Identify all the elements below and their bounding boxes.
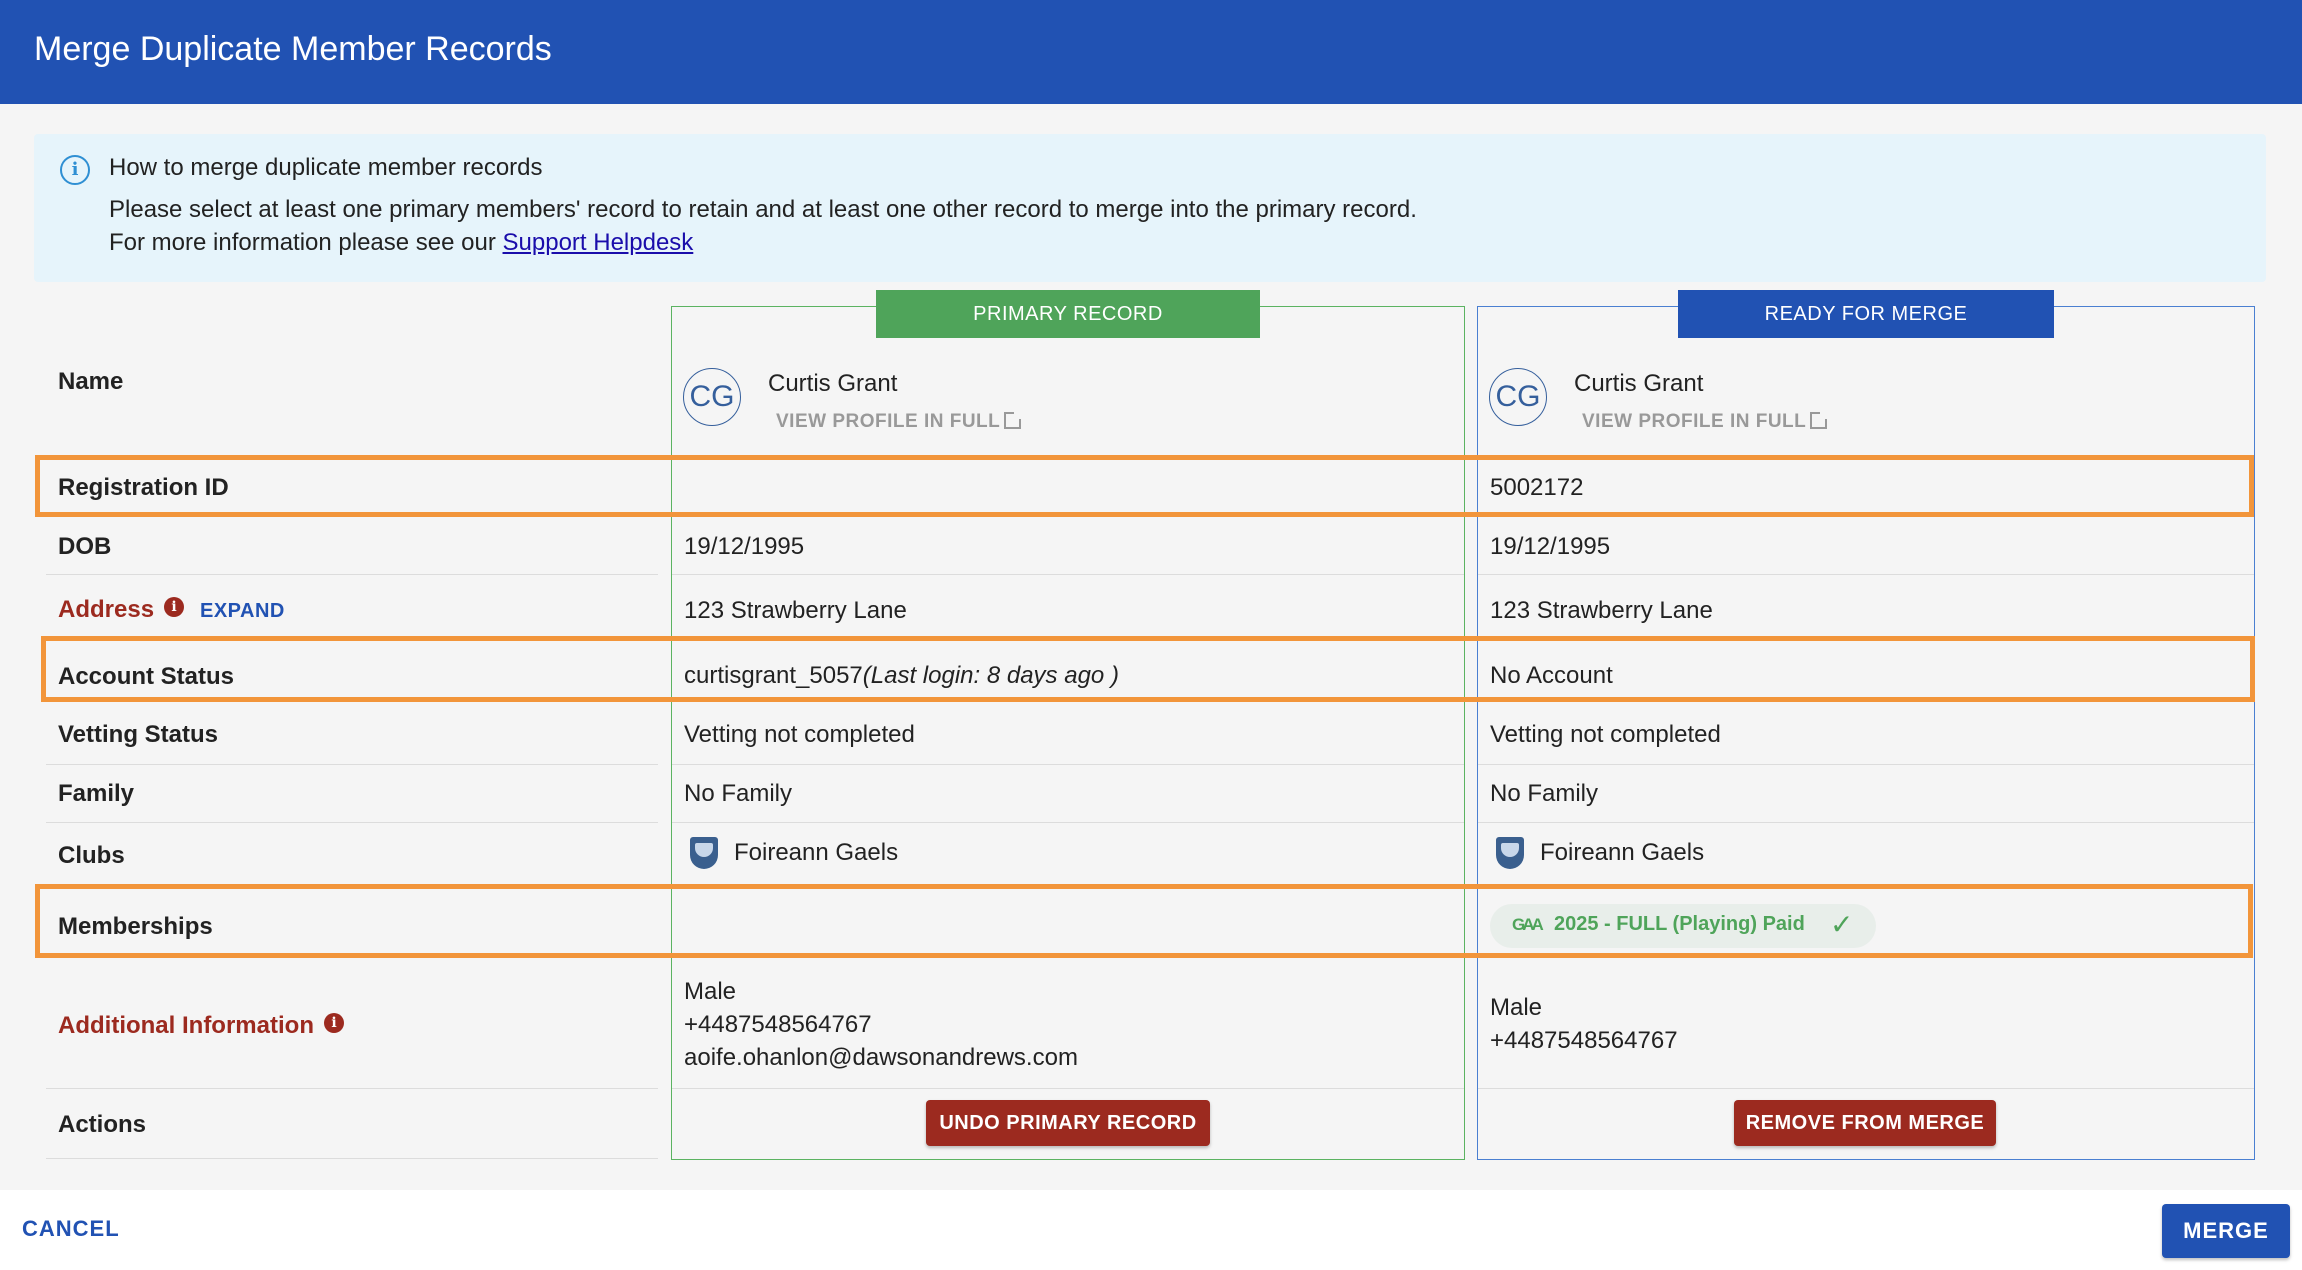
primary-member-name: Curtis Grant (768, 370, 898, 397)
primary-dob: 19/12/1995 (684, 533, 805, 560)
row-divider (672, 764, 1464, 765)
info-helpdesk-prefix: For more information please see our (109, 229, 503, 256)
info-banner: i How to merge duplicate member records … (34, 134, 2266, 282)
ready-for-merge-badge: READY FOR MERGE (1678, 290, 2054, 338)
merge-additional-phone: +4487548564767 (1490, 1027, 1678, 1054)
merge-club: Foireann Gaels (1540, 839, 1705, 866)
merge-button[interactable]: MERGE (2162, 1204, 2290, 1258)
external-link-icon (1810, 411, 1829, 429)
address-expand-button[interactable]: EXPAND (200, 600, 285, 623)
info-text: Please select at least one primary membe… (109, 196, 1417, 223)
row-divider (1478, 822, 2254, 823)
label-name: Name (58, 368, 124, 395)
support-helpdesk-link[interactable]: Support Helpdesk (503, 229, 694, 256)
row-divider (46, 1158, 658, 1159)
primary-additional-email: aoife.ohanlon@dawsonandrews.com (684, 1044, 1078, 1071)
remove-from-merge-button[interactable]: REMOVE FROM MERGE (1734, 1100, 1996, 1146)
highlight-registration-id-row (35, 455, 2254, 517)
primary-additional-phone: +4487548564767 (684, 1011, 872, 1038)
primary-vetting-status: Vetting not completed (684, 721, 915, 748)
primary-additional-gender: Male (684, 978, 737, 1005)
avatar: CG (1489, 368, 1547, 426)
row-divider (672, 574, 1464, 575)
cancel-button[interactable]: CANCEL (22, 1216, 120, 1242)
highlight-memberships-row (35, 884, 2253, 958)
row-divider (46, 764, 658, 765)
primary-view-profile-label: VIEW PROFILE IN FULL (776, 411, 1001, 432)
label-dob: DOB (58, 533, 112, 560)
primary-family: No Family (684, 780, 793, 807)
external-link-icon (1004, 411, 1023, 429)
dialog-footer: CANCEL MERGE (0, 1190, 2302, 1270)
merge-address: 123 Strawberry Lane (1490, 597, 1713, 624)
merge-view-profile-link[interactable]: VIEW PROFILE IN FULL (1582, 411, 1829, 433)
club-crest-icon (1496, 837, 1524, 869)
info-helpdesk-line: For more information please see our Supp… (109, 229, 693, 257)
primary-record-badge: PRIMARY RECORD (876, 290, 1260, 338)
row-divider (46, 822, 658, 823)
address-warning-icon: i (164, 597, 185, 617)
label-address: Address i (58, 596, 185, 624)
row-divider (672, 1088, 1464, 1089)
label-vetting-status: Vetting Status (58, 721, 219, 748)
label-address-text: Address (58, 596, 155, 623)
label-additional-information-text: Additional Information (58, 1012, 314, 1039)
dialog-title: Merge Duplicate Member Records (34, 30, 552, 68)
row-divider (1478, 764, 2254, 765)
merge-dob: 19/12/1995 (1490, 533, 1611, 560)
row-divider (46, 1088, 658, 1089)
info-heading: How to merge duplicate member records (109, 154, 543, 181)
row-divider (1478, 574, 2254, 575)
merge-view-profile-label: VIEW PROFILE IN FULL (1582, 411, 1807, 432)
dialog-header: Merge Duplicate Member Records (0, 0, 2302, 104)
merge-member-name: Curtis Grant (1574, 370, 1704, 397)
label-family: Family (58, 780, 135, 807)
club-crest-icon (690, 837, 718, 869)
row-divider (46, 574, 658, 575)
highlight-account-status-row (41, 636, 2255, 702)
primary-view-profile-link[interactable]: VIEW PROFILE IN FULL (776, 411, 1023, 433)
info-icon: i (60, 155, 90, 185)
merge-additional-gender: Male (1490, 994, 1543, 1021)
undo-primary-record-button[interactable]: UNDO PRIMARY RECORD (926, 1100, 1210, 1146)
merge-family: No Family (1490, 780, 1599, 807)
additional-info-warning-icon: i (323, 1013, 344, 1033)
label-actions: Actions (58, 1111, 147, 1138)
avatar: CG (683, 368, 741, 426)
row-divider (1478, 1088, 2254, 1089)
primary-club: Foireann Gaels (734, 839, 899, 866)
primary-address: 123 Strawberry Lane (684, 597, 907, 624)
merge-vetting-status: Vetting not completed (1490, 721, 1721, 748)
label-additional-information: Additional Information i (58, 1012, 344, 1040)
row-divider (672, 822, 1464, 823)
label-clubs: Clubs (58, 842, 125, 869)
